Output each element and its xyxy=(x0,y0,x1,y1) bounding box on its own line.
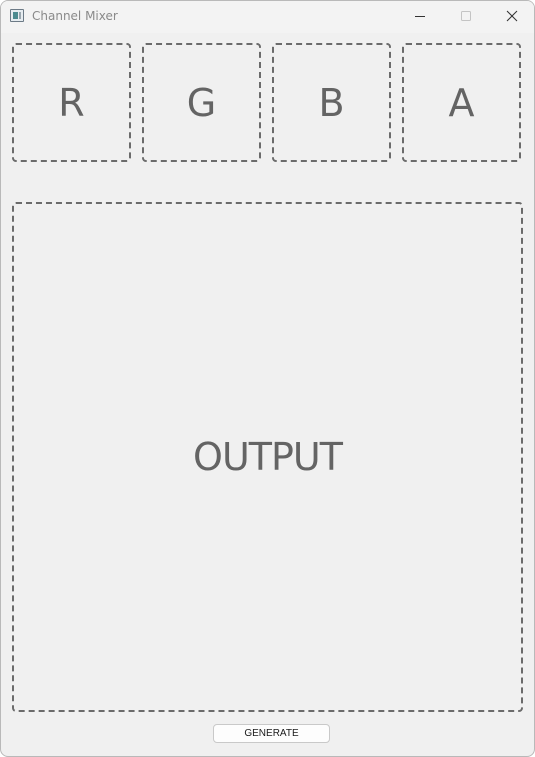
channel-label-g: G xyxy=(186,80,217,125)
output-label: OUTPUT xyxy=(193,435,343,479)
channel-label-a: A xyxy=(448,80,475,125)
minimize-icon xyxy=(415,16,425,17)
channel-mixer-window: Channel Mixer R G B A OUTPUT GENERATE xyxy=(0,0,535,757)
maximize-button[interactable] xyxy=(443,1,489,31)
close-icon xyxy=(506,10,518,22)
window-title: Channel Mixer xyxy=(32,9,118,23)
minimize-button[interactable] xyxy=(397,1,443,31)
channel-label-r: R xyxy=(58,80,85,125)
channel-drop-zone-r[interactable]: R xyxy=(12,43,131,162)
maximize-icon xyxy=(461,11,471,21)
app-window-icon xyxy=(10,9,24,22)
channel-drop-zone-b[interactable]: B xyxy=(272,43,391,162)
title-bar[interactable]: Channel Mixer xyxy=(1,1,534,33)
channel-drop-zone-a[interactable]: A xyxy=(402,43,521,162)
close-button[interactable] xyxy=(489,1,534,31)
output-preview-area[interactable]: OUTPUT xyxy=(12,202,523,712)
channel-label-b: B xyxy=(318,80,345,125)
generate-button[interactable]: GENERATE xyxy=(213,724,330,743)
channel-drop-zone-g[interactable]: G xyxy=(142,43,261,162)
